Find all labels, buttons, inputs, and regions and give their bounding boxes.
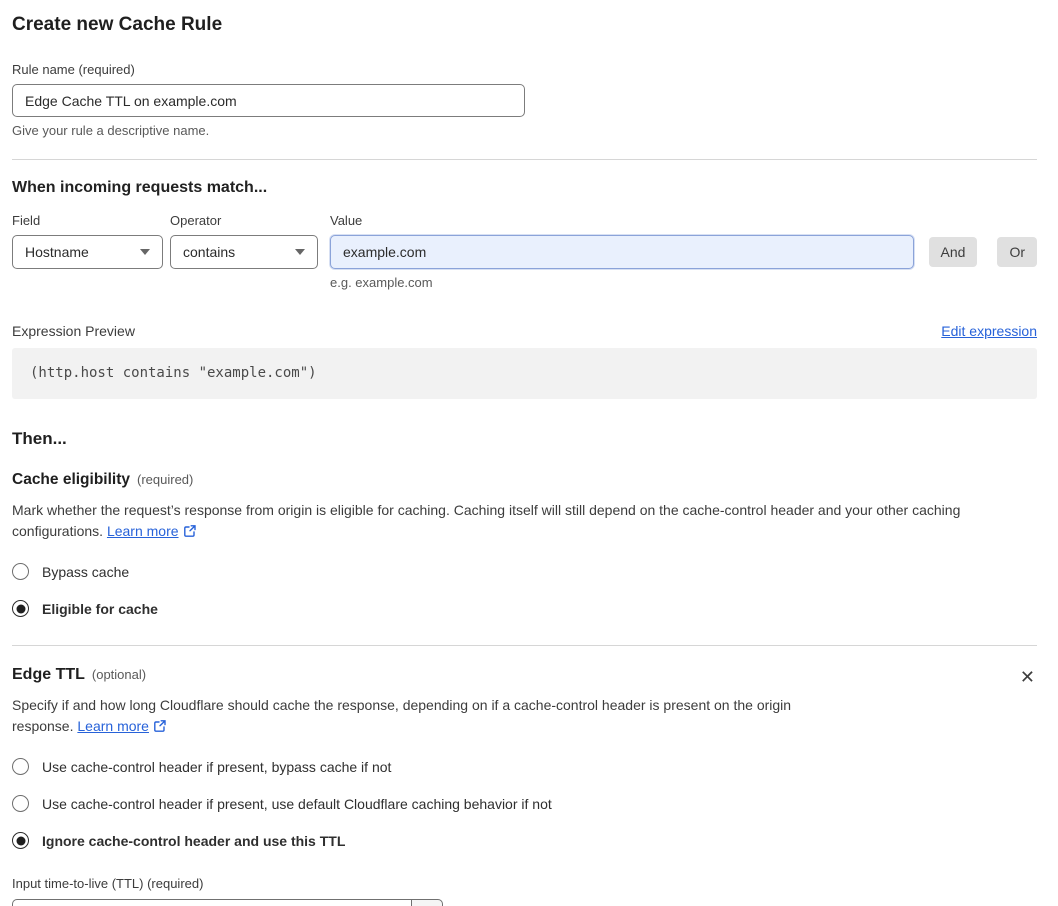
cache-eligibility-title: Cache eligibility: [12, 471, 131, 488]
expression-preview-label: Expression Preview: [12, 323, 135, 339]
divider: [12, 159, 1037, 160]
match-heading: When incoming requests match...: [12, 179, 268, 196]
radio-use-cache-control-default[interactable]: Use cache-control header if present, use…: [12, 795, 1037, 812]
value-input[interactable]: [330, 235, 914, 269]
radio-label: Use cache-control header if present, byp…: [42, 758, 392, 775]
radio-checked-icon: [12, 600, 29, 617]
radio-use-cache-control-bypass[interactable]: Use cache-control header if present, byp…: [12, 758, 1037, 775]
match-row: Field Hostname Operator contains Value A…: [12, 213, 1037, 269]
andor-buttons: And Or: [928, 237, 1037, 267]
radio-eligible-for-cache[interactable]: Eligible for cache: [12, 600, 1037, 617]
radio-ignore-cache-control[interactable]: Ignore cache-control header and use this…: [12, 832, 1037, 849]
ttl-dropdown-button[interactable]: [411, 899, 443, 906]
edge-ttl-options: Use cache-control header if present, byp…: [12, 758, 1037, 849]
expression-row: Expression Preview Edit expression: [12, 323, 1037, 339]
operator-label: Operator: [170, 213, 222, 228]
ttl-select[interactable]: 1 day: [12, 899, 443, 906]
rule-name-label: Rule name (required): [12, 62, 135, 77]
ttl-select-value: 1 day: [12, 899, 411, 906]
cache-eligibility-header: Cache eligibility (required): [12, 471, 1037, 489]
value-column: Value: [330, 213, 914, 269]
field-column: Field Hostname: [12, 213, 163, 269]
radio-label: Bypass cache: [42, 563, 130, 580]
expression-code: (http.host contains "example.com"): [12, 348, 1037, 399]
operator-select-value: contains: [183, 244, 236, 260]
chevron-down-icon: [140, 249, 150, 255]
rule-name-helper: Give your rule a descriptive name.: [12, 123, 210, 138]
radio-label: Use cache-control header if present, use…: [42, 795, 552, 812]
edge-ttl-learn-more-link[interactable]: Learn more: [77, 718, 149, 734]
operator-column: Operator contains: [170, 213, 318, 269]
radio-unchecked-icon: [12, 563, 29, 580]
operator-select[interactable]: contains: [170, 235, 318, 269]
divider: [12, 645, 1037, 646]
cache-eligibility-qualifier: (required): [137, 472, 194, 487]
radio-label: Ignore cache-control header and use this…: [42, 832, 346, 849]
edge-ttl-title-row: Edge TTL (optional): [12, 666, 146, 684]
cache-rule-form: Create new Cache Rule Rule name (require…: [12, 0, 1037, 906]
and-button[interactable]: And: [928, 237, 978, 267]
radio-label: Eligible for cache: [42, 600, 158, 617]
chevron-down-icon: [295, 249, 305, 255]
value-helper: e.g. example.com: [330, 275, 433, 290]
edge-ttl-qualifier: (optional): [91, 667, 147, 682]
cache-eligibility-learn-more-link[interactable]: Learn more: [107, 523, 179, 539]
external-link-icon: [183, 523, 197, 544]
cache-eligibility-description: Mark whether the request’s response from…: [12, 500, 1037, 544]
edge-ttl-title: Edge TTL: [12, 666, 85, 683]
cache-eligibility-options: Bypass cache Eligible for cache: [12, 563, 1037, 617]
field-select[interactable]: Hostname: [12, 235, 163, 269]
then-heading: Then...: [12, 429, 67, 448]
ttl-label: Input time-to-live (TTL) (required): [12, 876, 204, 891]
rule-name-block: Rule name (required) Give your rule a de…: [12, 62, 1037, 138]
radio-unchecked-icon: [12, 795, 29, 812]
radio-bypass-cache[interactable]: Bypass cache: [12, 563, 1037, 580]
edge-ttl-description: Specify if and how long Cloudflare shoul…: [12, 695, 844, 739]
field-select-value: Hostname: [25, 244, 89, 260]
close-icon[interactable]: ✕: [1018, 666, 1037, 688]
rule-name-input[interactable]: [12, 84, 525, 117]
external-link-icon: [153, 718, 167, 739]
or-button[interactable]: Or: [997, 237, 1037, 267]
field-label: Field: [12, 213, 41, 228]
value-label: Value: [330, 213, 363, 228]
edit-expression-link[interactable]: Edit expression: [941, 323, 1037, 339]
ttl-block: Input time-to-live (TTL) (required) 1 da…: [12, 876, 1037, 906]
radio-checked-icon: [12, 832, 29, 849]
edge-ttl-header: Edge TTL (optional) ✕: [12, 666, 1037, 688]
radio-unchecked-icon: [12, 758, 29, 775]
page-title: Create new Cache Rule: [12, 14, 223, 35]
